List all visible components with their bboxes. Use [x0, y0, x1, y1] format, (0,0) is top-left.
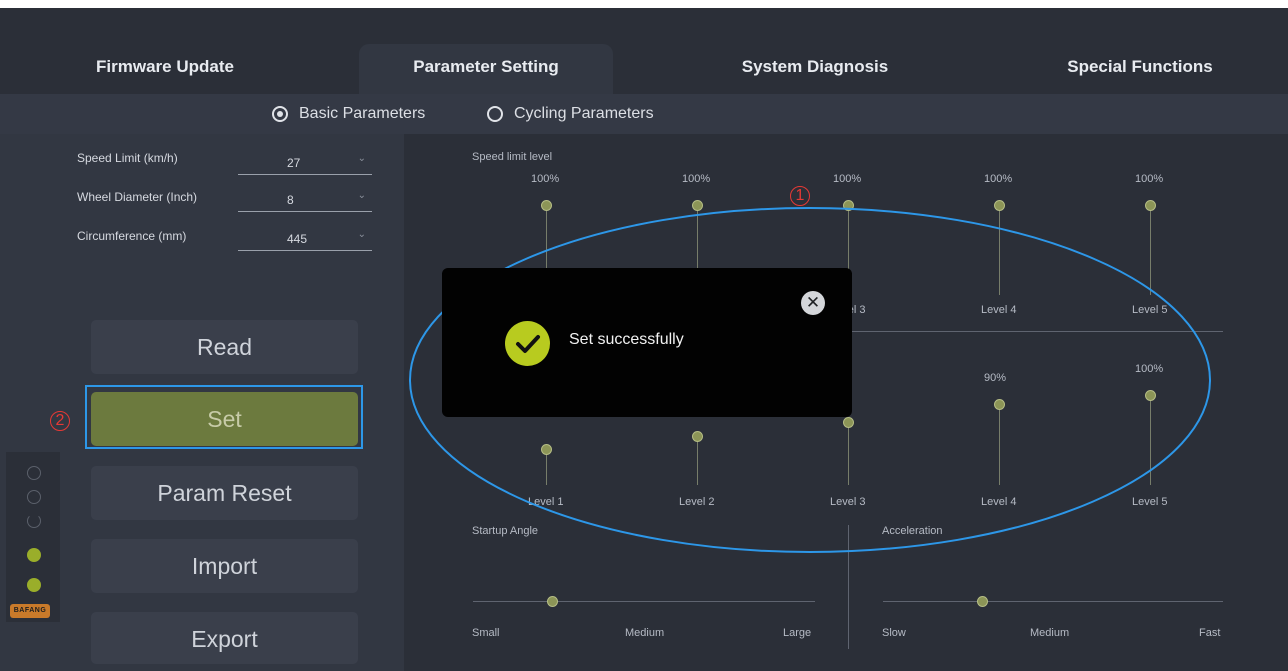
close-icon[interactable]: ✕	[801, 291, 825, 315]
dialog-message: Set successfully	[569, 331, 684, 348]
check-icon	[505, 321, 550, 366]
marker-one: 1	[790, 186, 810, 206]
